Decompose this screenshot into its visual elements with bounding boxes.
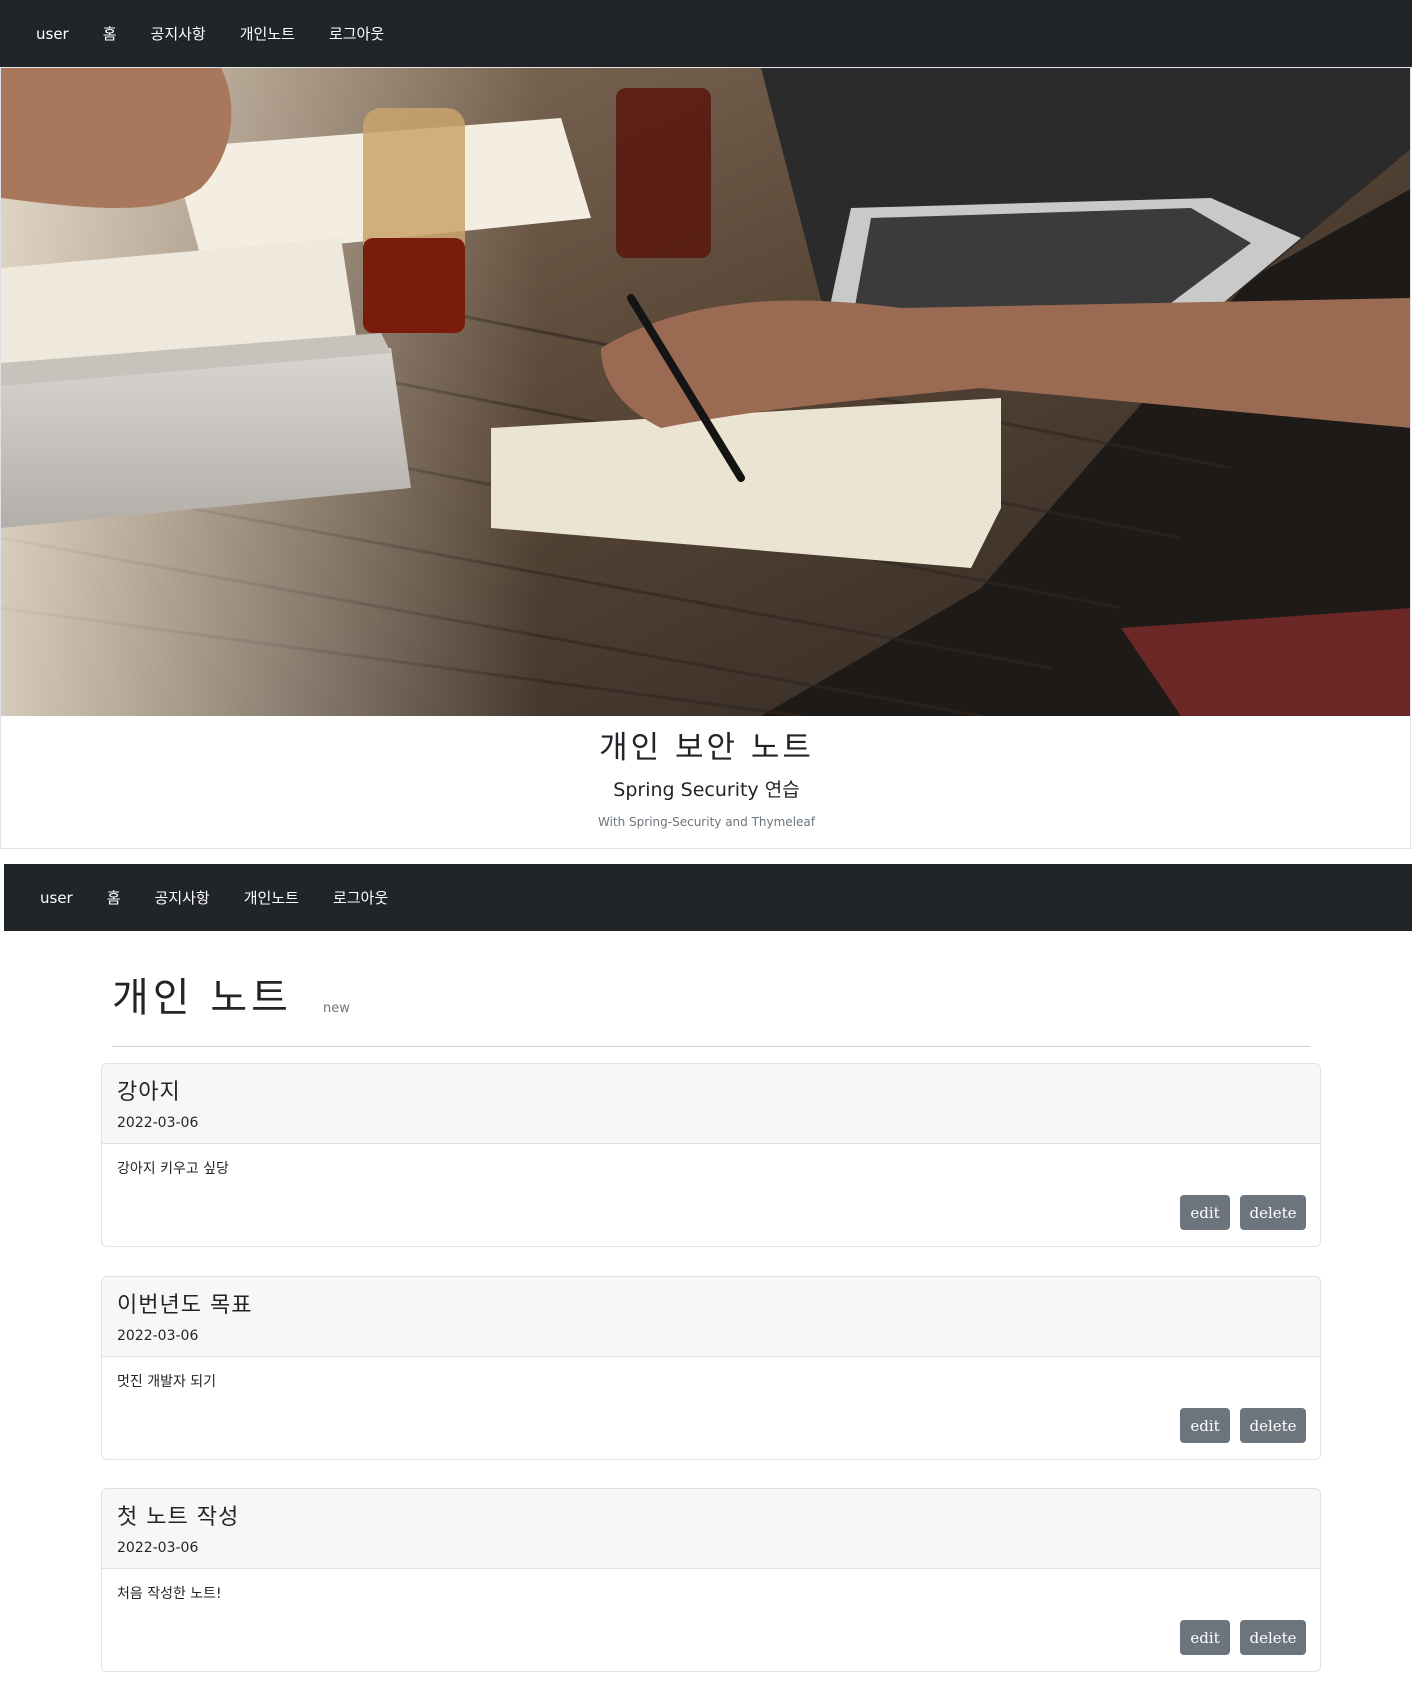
note-card-body: 강아지 키우고 싶당 edit delete xyxy=(102,1144,1320,1246)
note-card-body: 처음 작성한 노트! edit delete xyxy=(102,1569,1320,1671)
hero-image xyxy=(1,68,1410,716)
nav-item-personal-notes[interactable]: 개인노트 xyxy=(240,23,295,44)
hero-card: 개인 보안 노트 Spring Security 연습 With Spring-… xyxy=(0,67,1411,849)
note-actions: edit delete xyxy=(1170,1195,1306,1230)
divider xyxy=(112,1046,1310,1047)
nav-item-home[interactable]: 홈 xyxy=(103,23,117,44)
note-card-header: 강아지 2022-03-06 xyxy=(102,1064,1320,1144)
nav-item-logout[interactable]: 로그아웃 xyxy=(329,23,384,44)
note-card-body: 멋진 개발자 되기 edit delete xyxy=(102,1357,1320,1459)
nav-item-logout[interactable]: 로그아웃 xyxy=(333,887,388,908)
note-title: 첫 노트 작성 xyxy=(117,1505,240,1530)
note-content: 처음 작성한 노트! xyxy=(117,1586,222,1602)
note-card: 이번년도 목표 2022-03-06 멋진 개발자 되기 edit delete xyxy=(101,1276,1321,1460)
edit-button[interactable]: edit xyxy=(1180,1408,1230,1443)
nav-item-user[interactable]: user xyxy=(40,889,73,907)
note-card-header: 이번년도 목표 2022-03-06 xyxy=(102,1277,1320,1357)
note-card: 강아지 2022-03-06 강아지 키우고 싶당 edit delete xyxy=(101,1063,1321,1247)
page-title: 개인 노트 xyxy=(112,975,292,1021)
nav-item-notices[interactable]: 공지사항 xyxy=(155,887,210,908)
note-date: 2022-03-06 xyxy=(117,1540,199,1556)
delete-button[interactable]: delete xyxy=(1240,1195,1306,1230)
note-actions: edit delete xyxy=(1170,1408,1306,1443)
nav-item-home[interactable]: 홈 xyxy=(107,887,121,908)
edit-button[interactable]: edit xyxy=(1180,1195,1230,1230)
notes-navbar: user 홈 공지사항 개인노트 로그아웃 xyxy=(4,864,1412,931)
delete-button[interactable]: delete xyxy=(1240,1620,1306,1655)
hero-subtitle: Spring Security 연습 xyxy=(613,779,800,801)
note-title: 이번년도 목표 xyxy=(117,1293,253,1318)
nav-item-personal-notes[interactable]: 개인노트 xyxy=(244,887,299,908)
note-content: 강아지 키우고 싶당 xyxy=(117,1161,229,1177)
new-note-link[interactable]: new xyxy=(323,1001,350,1024)
note-content: 멋진 개발자 되기 xyxy=(117,1374,217,1390)
hero-title: 개인 보안 노트 xyxy=(599,730,814,766)
note-actions: edit delete xyxy=(1170,1620,1306,1655)
nav-item-user[interactable]: user xyxy=(36,25,69,43)
hero-note: With Spring-Security and Thymeleaf xyxy=(597,815,815,829)
notes-header: 개인 노트 new xyxy=(112,972,1310,1047)
note-date: 2022-03-06 xyxy=(117,1328,199,1344)
edit-button[interactable]: edit xyxy=(1180,1620,1230,1655)
note-card-header: 첫 노트 작성 2022-03-06 xyxy=(102,1489,1320,1569)
delete-button[interactable]: delete xyxy=(1240,1408,1306,1443)
hero-caption: 개인 보안 노트 Spring Security 연습 With Spring-… xyxy=(1,728,1410,830)
note-title: 강아지 xyxy=(117,1080,181,1105)
top-navbar: user 홈 공지사항 개인노트 로그아웃 xyxy=(0,0,1412,67)
note-date: 2022-03-06 xyxy=(117,1115,199,1131)
nav-item-notices[interactable]: 공지사항 xyxy=(151,23,206,44)
note-card: 첫 노트 작성 2022-03-06 처음 작성한 노트! edit delet… xyxy=(101,1488,1321,1672)
